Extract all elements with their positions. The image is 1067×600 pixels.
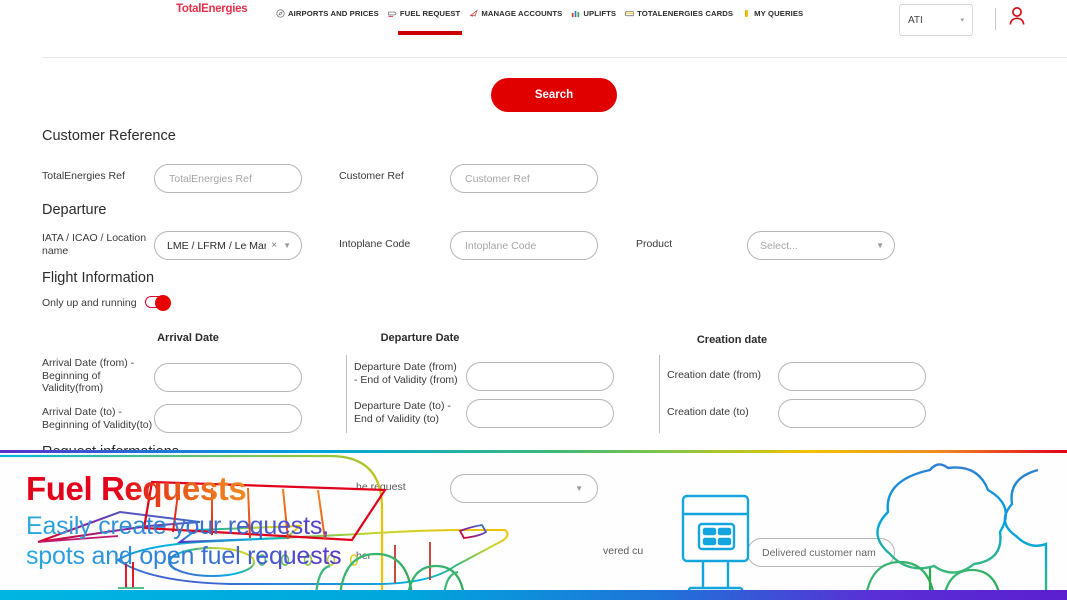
departure-date-column-heading: Departure Date [380, 332, 460, 344]
nav-item-uplifts[interactable]: UPLIFTS [571, 9, 616, 20]
banner-bottom-gradient-bar [0, 590, 1067, 600]
banner-title: Fuel Requests [26, 470, 247, 507]
account-selector-value: ATI [908, 14, 923, 26]
compass-icon [276, 9, 285, 18]
nav-label: FUEL REQUEST [399, 9, 461, 18]
departure-date-to-input[interactable] [466, 399, 614, 428]
product-label: Product [636, 238, 673, 250]
creation-column-divider [659, 355, 660, 433]
iata-icao-location-value: LME / LFRM / Le Man… [167, 239, 266, 252]
fuel-request-icon [388, 9, 397, 18]
close-icon[interactable]: × [266, 240, 277, 251]
departure-title: Departure [42, 202, 107, 218]
product-placeholder: Select... [760, 239, 798, 252]
chevron-down-icon[interactable]: ▼ [870, 241, 884, 250]
intoplane-code-placeholder: Intoplane Code [465, 239, 537, 252]
nav-label: TOTALENERGIES CARDS [637, 9, 734, 18]
iata-icao-location-label: IATA / ICAO / Location name [42, 232, 147, 257]
nav-item-manage-accounts[interactable]: MANAGE ACCOUNTS [469, 9, 562, 20]
product-select[interactable]: Select... ▼ [747, 231, 895, 260]
intoplane-code-input[interactable]: Intoplane Code [450, 231, 598, 260]
banner-subtitle-line-1: Easily create your requests, [26, 512, 329, 540]
departure-date-from-label: Departure Date (from) - End of Validity … [354, 361, 458, 386]
departure-date-from-input[interactable] [466, 362, 614, 391]
creation-date-to-input[interactable] [778, 399, 926, 428]
customer-reference-title: Customer Reference [42, 128, 176, 144]
main-navigation: AIRPORTS AND PRICES FUEL REQUEST MANAGE … [276, 9, 803, 35]
iata-icao-location-select[interactable]: LME / LFRM / Le Man… × ▼ [154, 231, 302, 260]
totalenergies-ref-label: TotalEnergies Ref [42, 170, 125, 182]
user-account-icon[interactable] [1007, 5, 1027, 27]
totalenergies-logo[interactable]: TotalEnergies [176, 3, 248, 15]
nav-label: AIRPORTS AND PRICES [288, 9, 379, 18]
customer-ref-input[interactable]: Customer Ref [450, 164, 598, 193]
header-ghost-text: · [72, 24, 75, 34]
chevron-down-icon: ▾ [960, 17, 964, 24]
arrival-date-from-label: Arrival Date (from) - Beginning of Valid… [42, 357, 135, 394]
totalenergies-ref-placeholder: TotalEnergies Ref [169, 172, 252, 185]
customer-ref-label: Customer Ref [339, 170, 404, 182]
fuel-request-search-page: TotalEnergies · AIRPORTS AND PRICES FUEL… [0, 0, 1067, 600]
header-bottom-rule [42, 57, 1067, 58]
arrival-date-from-input[interactable] [154, 363, 302, 392]
fuel-requests-promo-banner: he request ber vered cu ▼ Delivered cust… [0, 450, 1067, 600]
nav-item-airports-and-prices[interactable]: AIRPORTS AND PRICES [276, 9, 379, 20]
nav-item-fuel-request[interactable]: FUEL REQUEST [388, 9, 463, 35]
departure-date-to-label: Departure Date (to) - End of Validity (t… [354, 400, 451, 425]
creation-date-to-label: Creation date (to) [667, 406, 749, 418]
search-button[interactable]: Search [491, 78, 617, 112]
arrival-date-to-input[interactable] [154, 404, 302, 433]
arrival-date-to-label: Arrival Date (to) - Beginning of Validit… [42, 406, 153, 431]
nav-item-my-queries[interactable]: MY QUERIES [742, 9, 803, 20]
account-selector[interactable]: ATI ▾ [899, 4, 973, 36]
header-divider [995, 8, 996, 30]
nav-item-totalenergies-cards[interactable]: TOTALENERGIES CARDS [625, 9, 733, 20]
creation-date-from-input[interactable] [778, 362, 926, 391]
only-up-and-running-toggle[interactable] [145, 294, 171, 311]
departure-column-divider [346, 355, 347, 433]
nav-label: MANAGE ACCOUNTS [481, 9, 563, 18]
arrival-date-column-heading: Arrival Date [157, 332, 219, 344]
chevron-down-icon[interactable]: ▼ [277, 241, 291, 250]
intoplane-code-label: Intoplane Code [339, 238, 411, 250]
only-up-and-running-label: Only up and running [42, 297, 137, 309]
card-icon [625, 9, 634, 18]
creation-date-column-heading: Creation date [696, 334, 768, 346]
manage-accounts-icon [469, 9, 478, 18]
flight-information-title: Flight Information [42, 270, 155, 286]
customer-ref-placeholder: Customer Ref [465, 172, 530, 185]
toggle-knob [155, 294, 171, 311]
creation-date-from-label: Creation date (from) [667, 369, 761, 381]
app-header: TotalEnergies · AIRPORTS AND PRICES FUEL… [0, 0, 1067, 58]
nav-label: UPLIFTS [583, 9, 617, 18]
banner-subtitle: Easily create your requests, spots and o… [26, 511, 341, 571]
nav-label: MY QUERIES [754, 9, 804, 18]
bar-chart-icon [571, 9, 580, 18]
queries-icon [742, 9, 751, 18]
banner-subtitle-line-2: spots and open fuel requests [26, 542, 342, 570]
totalenergies-ref-input[interactable]: TotalEnergies Ref [154, 164, 302, 193]
